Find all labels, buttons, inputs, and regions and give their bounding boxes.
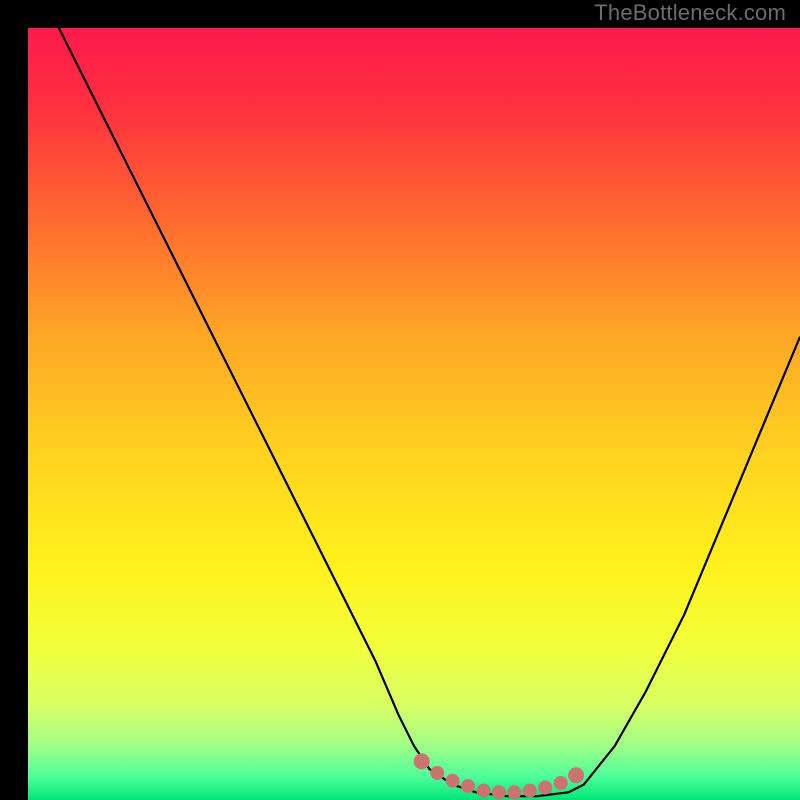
marker-dot (523, 784, 537, 798)
marker-dot (492, 785, 506, 799)
watermark-text: TheBottleneck.com (594, 0, 786, 26)
marker-dot (414, 753, 430, 769)
marker-dot (446, 774, 460, 788)
marker-dot (430, 766, 444, 780)
marker-dot (538, 781, 552, 795)
bottleneck-chart (28, 28, 800, 800)
marker-dot (461, 779, 475, 793)
marker-dot (554, 776, 568, 790)
gradient-background (28, 28, 800, 800)
marker-dot (507, 785, 521, 799)
marker-dot (568, 767, 584, 783)
marker-dot (477, 784, 491, 798)
chart-frame (14, 14, 786, 786)
